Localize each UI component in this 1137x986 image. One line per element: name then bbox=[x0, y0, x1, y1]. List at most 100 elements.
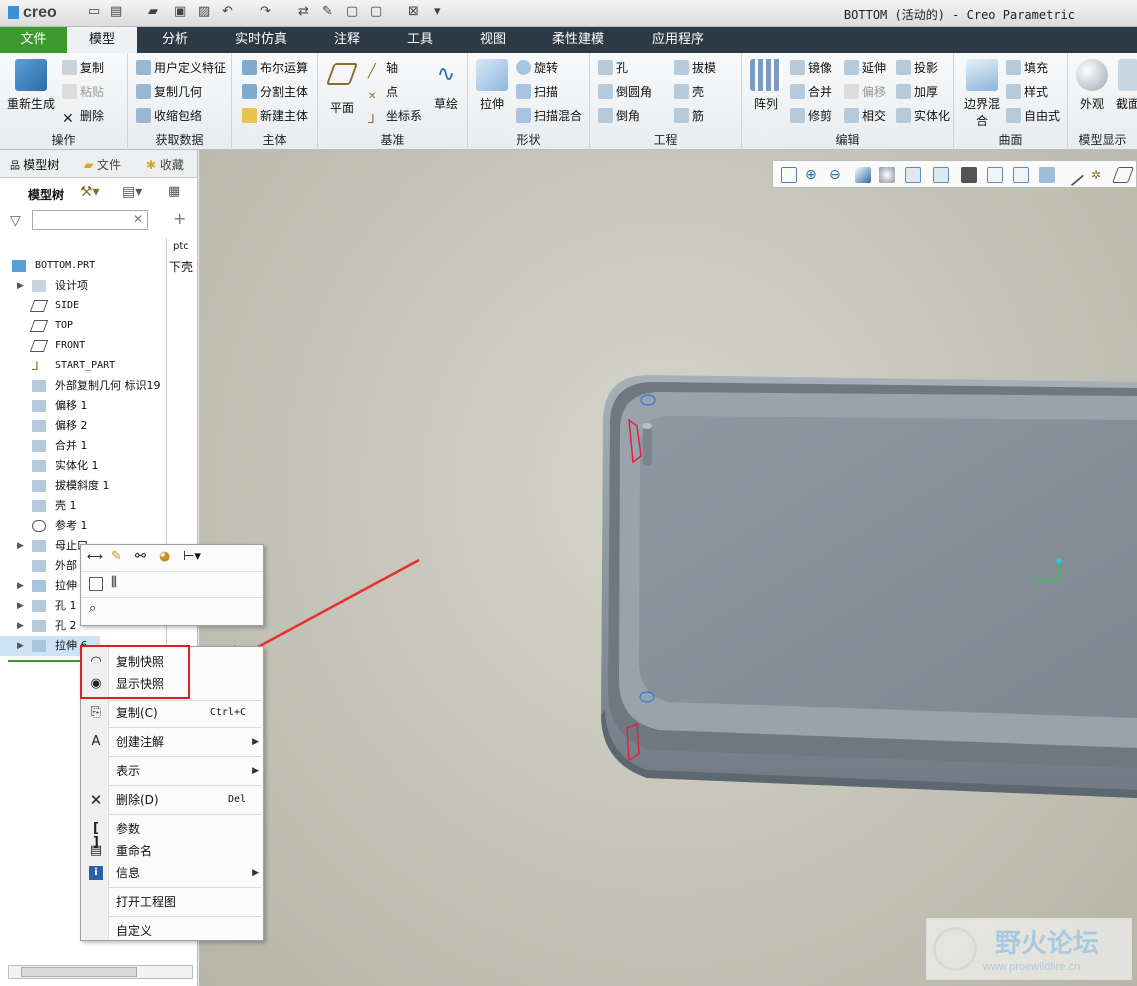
expand-icon[interactable]: ▶ bbox=[17, 536, 24, 556]
tab-simulation[interactable]: 实时仿真 bbox=[220, 27, 302, 53]
customize-qa-icon[interactable]: ▾ bbox=[434, 4, 441, 19]
refit-icon[interactable] bbox=[781, 167, 797, 183]
folder-icon[interactable]: ▰ bbox=[148, 4, 158, 19]
horizontal-scrollbar[interactable] bbox=[8, 965, 193, 979]
point-button[interactable]: ✕ 点 bbox=[368, 83, 398, 106]
mirror-icon[interactable]: ⫼ bbox=[111, 575, 117, 590]
window-icon[interactable]: ▢ bbox=[346, 4, 358, 19]
edit-small-icon[interactable]: ✎ bbox=[322, 4, 333, 19]
insert-indicator[interactable] bbox=[8, 660, 84, 662]
windows-icon[interactable]: ▢ bbox=[370, 4, 382, 19]
group-label-engineering[interactable]: 工程 bbox=[590, 131, 741, 148]
tab-flexible-modeling[interactable]: 柔性建模 bbox=[535, 27, 621, 53]
regenerate-button[interactable]: 重新生成 bbox=[4, 59, 58, 112]
group-label-body[interactable]: 主体 bbox=[232, 131, 317, 148]
offset-button[interactable]: 偏移 bbox=[844, 83, 886, 100]
boundary-blend-button[interactable]: 边界混合 bbox=[962, 59, 1002, 129]
pattern-icon[interactable] bbox=[89, 577, 103, 591]
datum-display-icon[interactable] bbox=[1039, 167, 1055, 183]
print-icon[interactable]: ▨ bbox=[198, 4, 210, 19]
view-manager-icon[interactable] bbox=[961, 167, 977, 183]
menu-item-delete[interactable]: ✕ 删除(D) Del bbox=[81, 788, 264, 812]
saved-orientations-icon[interactable] bbox=[933, 167, 949, 183]
menu-item-rename[interactable]: ▤ 重命名 bbox=[81, 839, 264, 863]
tree-filter-settings-icon[interactable]: ▦ bbox=[168, 184, 180, 199]
tab-folder-browser[interactable]: ▰ 文件 bbox=[84, 156, 121, 173]
tree-search-input[interactable]: ✕ bbox=[32, 210, 148, 230]
zoom-to-selected-icon[interactable]: ⌕ bbox=[89, 601, 96, 616]
freestyle-button[interactable]: 自由式 bbox=[1006, 107, 1060, 124]
csys-button[interactable]: ⅃ 坐标系 bbox=[368, 107, 422, 127]
section-button[interactable]: 截面 bbox=[1116, 59, 1137, 112]
delete-button[interactable]: ✕ 删除 bbox=[62, 107, 104, 127]
section-view-icon[interactable] bbox=[1013, 167, 1029, 183]
copy-geometry-button[interactable]: 复制几何 bbox=[136, 83, 202, 100]
intersect-button[interactable]: 相交 bbox=[844, 107, 886, 124]
fill-button[interactable]: 填充 bbox=[1006, 59, 1048, 76]
group-label-operations[interactable]: 操作 bbox=[0, 131, 127, 148]
tree-columns-icon[interactable]: ▤▾ bbox=[122, 184, 142, 200]
menu-item-open-drawing[interactable]: 打开工程图 bbox=[81, 890, 264, 914]
menu-item-info[interactable]: i 信息 ▶ bbox=[81, 861, 264, 885]
expand-icon[interactable]: ▶ bbox=[17, 576, 24, 596]
axis-button[interactable]: ╱ 轴 bbox=[368, 59, 398, 79]
tab-file[interactable]: 文件 bbox=[0, 27, 67, 53]
expand-icon[interactable]: ▶ bbox=[17, 596, 24, 616]
point-display-icon[interactable]: ✲ bbox=[1091, 167, 1107, 183]
add-column-icon[interactable]: + bbox=[173, 209, 186, 228]
group-label-model-display[interactable]: 模型显示 bbox=[1068, 131, 1137, 148]
menu-item-parameters[interactable]: [ ] 参数 bbox=[81, 817, 264, 850]
open-icon[interactable]: ▤ bbox=[110, 4, 122, 19]
close-window-icon[interactable]: ⊠ bbox=[408, 4, 419, 19]
group-label-surfaces[interactable]: 曲面 bbox=[954, 131, 1067, 148]
expand-icon[interactable]: ▶ bbox=[17, 276, 24, 296]
redo-icon[interactable]: ↷ bbox=[260, 4, 271, 19]
tab-analysis[interactable]: 分析 bbox=[140, 27, 210, 53]
solidify-button[interactable]: 实体化 bbox=[896, 107, 950, 124]
shell-button[interactable]: 壳 bbox=[674, 83, 704, 100]
group-label-get-data[interactable]: 获取数据 bbox=[128, 131, 231, 148]
boss-pin[interactable] bbox=[643, 426, 652, 466]
extend-button[interactable]: 延伸 bbox=[844, 59, 886, 76]
menu-item-create-annotation[interactable]: A 创建注解 ▶ bbox=[81, 730, 264, 754]
spin-center-icon[interactable] bbox=[879, 167, 895, 183]
revolve-button[interactable]: 旋转 bbox=[516, 59, 558, 76]
new-file-icon[interactable]: ▭ bbox=[88, 4, 100, 19]
tab-model-tree[interactable]: 品 模型树 bbox=[10, 156, 59, 173]
shrinkwrap-button[interactable]: 收缩包络 bbox=[136, 107, 202, 124]
tab-view[interactable]: 视图 bbox=[458, 27, 528, 53]
trim-button[interactable]: 修剪 bbox=[790, 107, 832, 124]
copy-button[interactable]: 复制 bbox=[62, 59, 104, 76]
perspective-icon[interactable] bbox=[987, 167, 1003, 183]
udf-button[interactable]: 用户定义特征 bbox=[136, 59, 226, 76]
swept-blend-button[interactable]: 扫描混合 bbox=[516, 107, 582, 124]
expand-icon[interactable]: ▶ bbox=[17, 616, 24, 636]
menu-item-customize[interactable]: 自定义 bbox=[81, 919, 264, 943]
tab-favorites[interactable]: ✱ 收藏 bbox=[146, 156, 184, 173]
sweep-button[interactable]: 扫描 bbox=[516, 83, 558, 100]
style-button[interactable]: 样式 bbox=[1006, 83, 1048, 100]
rib-button[interactable]: 筋 bbox=[674, 107, 704, 124]
edit-dimensions-icon[interactable]: ⟷ bbox=[87, 550, 103, 563]
plane-button[interactable]: 平面 bbox=[324, 59, 360, 116]
sketch-button[interactable]: ∿ 草绘 bbox=[428, 59, 464, 112]
tab-annotate[interactable]: 注释 bbox=[312, 27, 382, 53]
scrollbar-thumb[interactable] bbox=[21, 967, 137, 977]
save-icon[interactable]: ▣ bbox=[174, 4, 186, 19]
regenerate-small-icon[interactable]: ⇄ bbox=[298, 4, 309, 19]
paste-button[interactable]: 粘贴 bbox=[62, 83, 104, 100]
draft-button[interactable]: 拔模 bbox=[674, 59, 716, 76]
hide-icon[interactable]: ◕ bbox=[159, 549, 170, 564]
tray-floor[interactable] bbox=[639, 416, 1137, 718]
zoom-in-icon[interactable]: ⊕ bbox=[805, 167, 821, 183]
graphics-window[interactable] bbox=[199, 150, 1137, 986]
tab-applications[interactable]: 应用程序 bbox=[635, 27, 721, 53]
pattern-button[interactable]: 阵列 bbox=[748, 59, 784, 112]
tree-settings-icon[interactable]: ⚒▾ bbox=[80, 184, 100, 200]
zoom-out-icon[interactable]: ⊖ bbox=[829, 167, 845, 183]
menu-item-copy[interactable]: ⎘ 复制(C) Ctrl+C bbox=[81, 701, 264, 725]
menu-item-representation[interactable]: 表示 ▶ bbox=[81, 759, 264, 783]
edit-references-icon[interactable]: ⚯ bbox=[135, 549, 146, 564]
tab-tools[interactable]: 工具 bbox=[385, 27, 455, 53]
appearance-button[interactable]: 外观 bbox=[1074, 59, 1110, 112]
